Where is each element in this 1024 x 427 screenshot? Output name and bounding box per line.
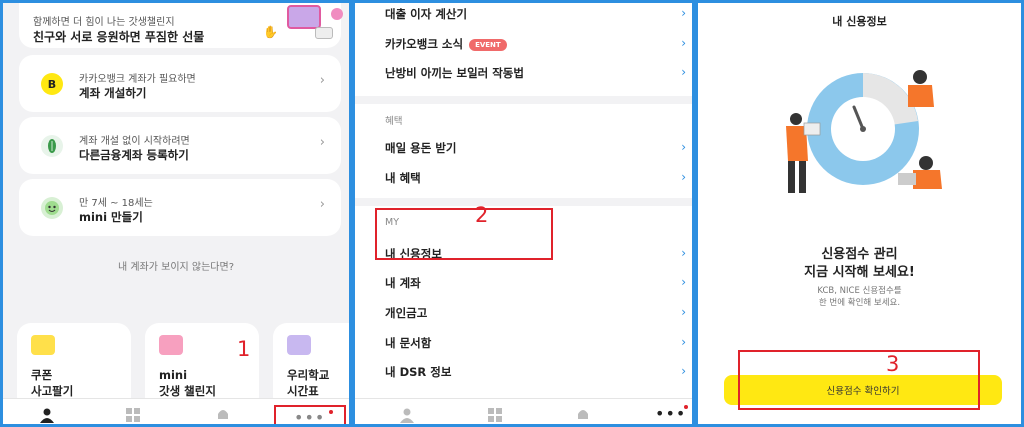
kakaobank-logo-icon: B [41,73,63,95]
open-account-card[interactable]: B 카카오뱅크 계좌가 필요하면 계좌 개설하기 › [19,55,341,112]
person-body-top [908,85,934,107]
chevron-right-icon: › [319,73,325,88]
chevron-right-icon: › [681,335,686,349]
chevron-right-icon: › [681,6,686,20]
annotation-box-my-credit [375,208,553,260]
earbuds-illustration-icon [315,27,333,39]
tile-line-1: 쿠폰 [31,368,53,382]
chevron-right-icon: › [681,364,686,378]
card-subtitle: 만 7세 ~ 18세는 [79,198,153,209]
notification-dot [329,410,333,414]
menu-item-my-account[interactable]: 내 계좌 [385,275,421,291]
menu-item-boiler-tips[interactable]: 난방비 아끼는 보일러 작동법 [385,65,524,81]
person-head-right [919,156,933,170]
menu-item-dsr-info[interactable]: 내 DSR 정보 [385,364,451,380]
menu-item-loan-calculator[interactable]: 대출 이자 계산기 [385,6,467,22]
chevron-right-icon: › [681,170,686,184]
account-not-visible-link[interactable]: 내 계좌가 보이지 않는다면? [3,258,349,273]
chevron-right-icon: › [681,246,686,260]
annotation-marker-3: 3 [886,352,900,376]
headline-line-1: 신용점수 관리 [821,247,898,262]
person-head-top [913,70,927,84]
tablet-illustration-icon [287,5,321,29]
all-menu-panel: 대출 이자 계산기 › 카카오뱅크 소식 EVENT › 난방비 아끼는 보일러 … [352,0,695,427]
chevron-right-icon: › [681,65,686,79]
bottom-tab-bar [355,398,692,424]
chevron-right-icon: › [319,135,325,150]
annotation-marker-1: 1 [237,337,251,361]
person-tab-icon[interactable] [39,407,55,423]
menu-item-personal-vault[interactable]: 개인금고 [385,305,427,321]
tile-line-1: 우리학교 [287,368,330,382]
person-head-left [790,113,802,125]
section-divider [355,198,692,206]
gift-icon [159,335,183,355]
promo-banner[interactable]: 함께하면 더 힘이 나는 갓생챌린지 친구와 서로 응원하면 푸짐한 선물 ✋ [19,3,343,48]
chevron-right-icon: › [681,305,686,319]
card-subtitle: 카카오뱅크 계좌가 필요하면 [79,74,196,85]
menu-item-my-benefits[interactable]: 내 혜택 [385,170,421,186]
menu-item-label: 카카오뱅크 소식 [385,37,464,51]
tile-line-2: 시간표 [287,384,319,398]
chevron-right-icon: › [681,36,686,50]
person-body-right [913,170,942,189]
more-dots-icon[interactable]: ••• [655,404,686,423]
card-title: 계좌 개설하기 [79,86,147,100]
card-title: mini 만들기 [79,210,143,224]
calendar-icon [287,335,311,355]
home-screen-panel: 함께하면 더 힘이 나는 갓생챌린지 친구와 서로 응원하면 푸짐한 선물 ✋ … [0,0,352,427]
credit-info-panel: 내 신용정보 신용점수 관리 지금 시작해 보세요! KCB, NICE 신용점… [695,0,1024,427]
menu-item-document-box[interactable]: 내 문서함 [385,335,431,351]
tile-line-1: mini [159,368,188,382]
hand-illustration-icon: ✋ [263,25,278,39]
chevron-right-icon: › [681,140,686,154]
event-badge: EVENT [469,38,507,51]
annotation-marker-2: 2 [475,203,489,227]
laptop-prop [898,173,916,185]
headline-line-2: 지금 시작해 보세요! [804,265,915,280]
tile-line-2: 사고팔기 [31,384,74,398]
card-subtitle: 계좌 개설 없이 시작하려면 [79,136,190,147]
promo-subtitle: 함께하면 더 힘이 나는 갓생챌린지 [33,17,175,28]
section-divider [355,96,692,104]
section-label-benefit: 혜택 [385,116,403,127]
leaf-icon [41,135,63,157]
description-line-1: KCB, NICE 신용점수를 [817,286,902,296]
menu-item-daily-allowance[interactable]: 매일 용돈 받기 [385,140,457,156]
create-mini-card[interactable]: 만 7세 ~ 18세는 mini 만들기 › [19,179,341,236]
grid-tab-icon[interactable] [125,407,141,423]
annotation-box-check-button [738,350,980,410]
person-tab-icon[interactable] [399,407,415,423]
chevron-right-icon: › [681,275,686,289]
register-other-account-card[interactable]: 계좌 개설 없이 시작하려면 다른금융계좌 등록하기 › [19,117,341,174]
bell-tab-icon[interactable] [575,407,591,423]
credit-gauge-illustration [786,70,942,193]
more-dots-icon[interactable]: ••• [294,408,325,424]
bell-tab-icon[interactable] [215,407,231,423]
chevron-right-icon: › [319,197,325,212]
mini-character-icon [41,197,63,219]
card-title: 다른금융계좌 등록하기 [79,148,189,162]
description-line-2: 한 번에 확인해 보세요. [818,298,901,308]
document-prop [803,122,821,136]
ticket-icon [31,335,55,355]
menu-item-kakaobank-news[interactable]: 카카오뱅크 소식 EVENT [385,36,507,52]
grid-tab-icon[interactable] [487,407,503,423]
notification-dot [684,405,688,409]
page-title: 내 신용정보 [832,15,887,28]
heart-illustration-icon [331,8,343,20]
tile-line-2: 갓생 챌린지 [159,384,216,398]
promo-title: 친구와 서로 응원하면 푸짐한 선물 [33,30,205,44]
